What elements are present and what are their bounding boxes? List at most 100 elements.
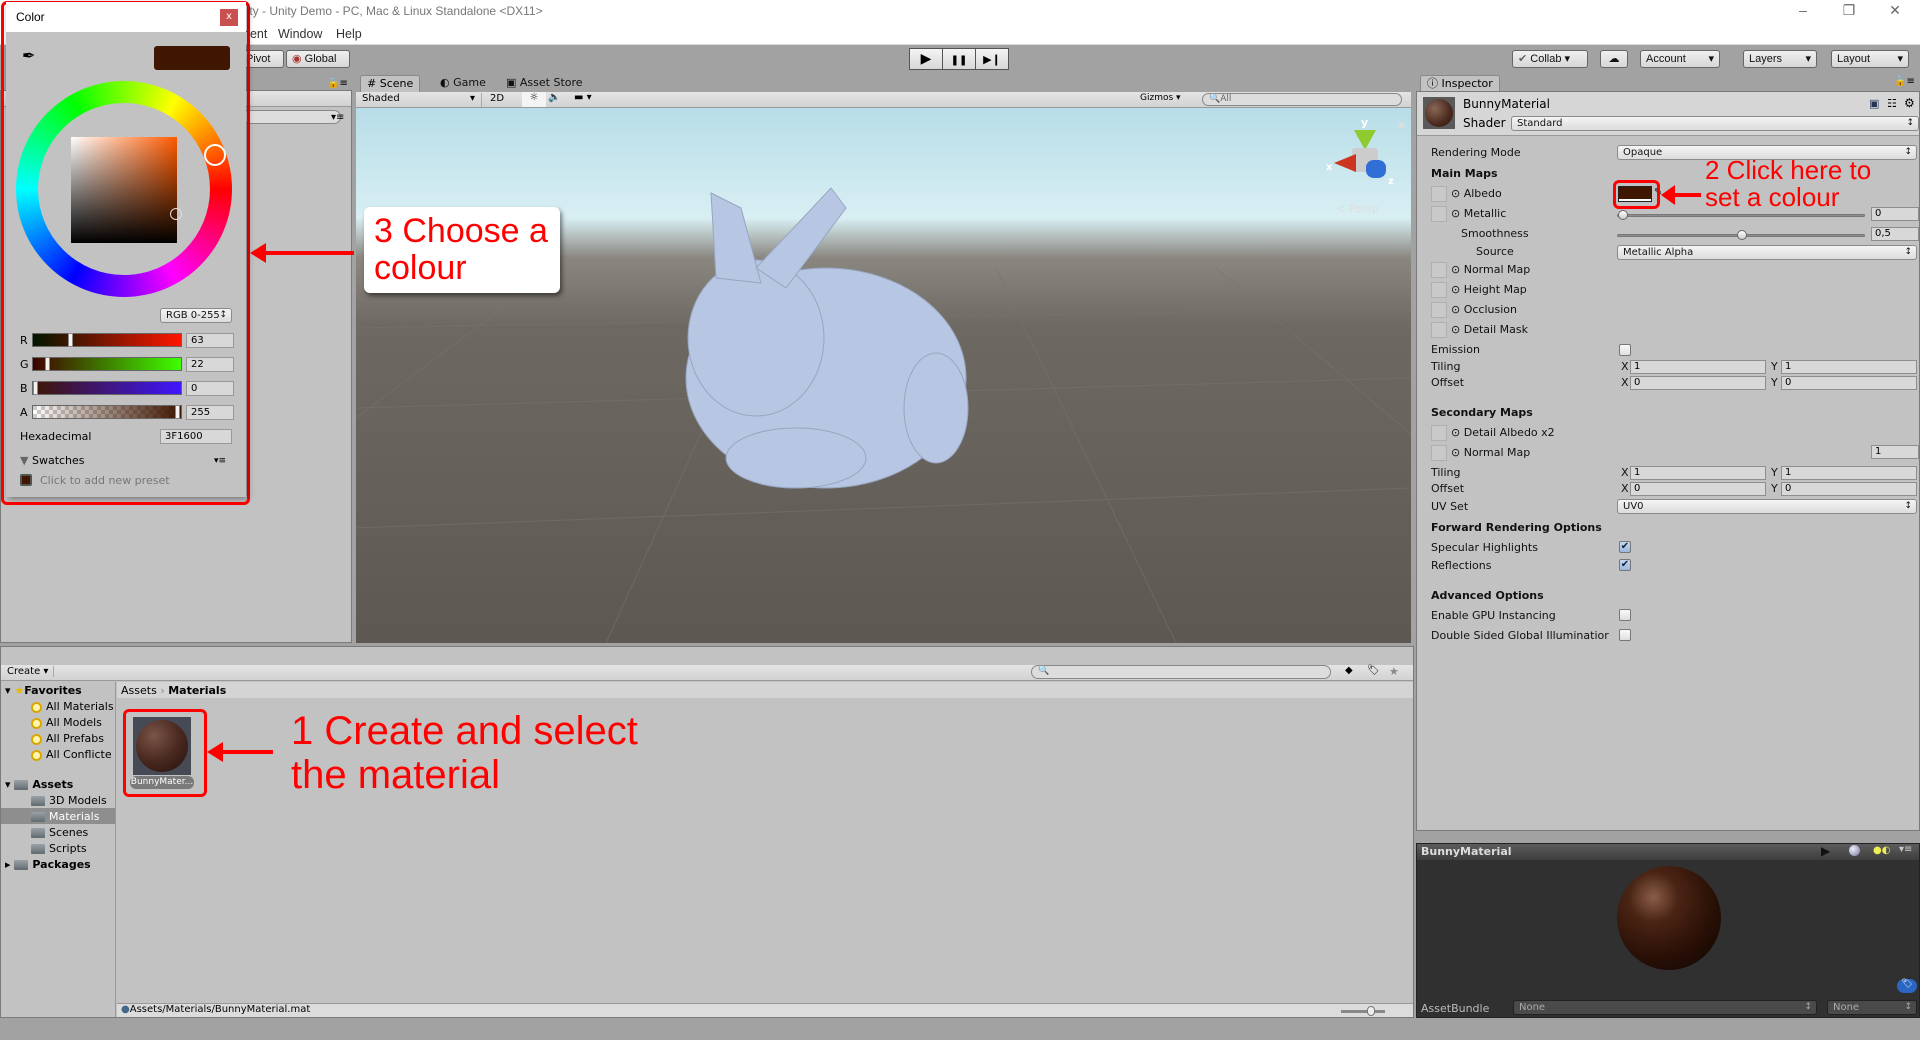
emission-checkbox[interactable]: [1619, 344, 1631, 356]
scene-orientation-gizmo[interactable]: y x z ▪: [1324, 116, 1409, 187]
channel-g-slider[interactable]: [32, 357, 182, 371]
saturation-value-square[interactable]: [71, 137, 177, 243]
panel-menu-icon[interactable]: ▾≡: [214, 456, 226, 466]
restore-button[interactable]: ❐: [1834, 2, 1864, 20]
account-dropdown[interactable]: Account ▾: [1640, 50, 1720, 68]
tab-inspector[interactable]: ⓘ Inspector: [1420, 75, 1500, 92]
layout-dropdown[interactable]: Layout ▾: [1831, 50, 1909, 68]
source-dropdown[interactable]: Metallic Alpha: [1617, 245, 1917, 260]
tree-assets[interactable]: ▾ Assets: [5, 778, 73, 791]
pause-button[interactable]: ❚❚: [942, 48, 976, 70]
tree-folder[interactable]: Scripts: [31, 842, 87, 855]
collab-dropdown[interactable]: ✔ Collab ▾: [1512, 50, 1588, 68]
tab-scene[interactable]: # Scene: [360, 75, 421, 92]
2d-toggle[interactable]: 2D: [490, 93, 514, 104]
detail-mask-slot[interactable]: [1431, 322, 1447, 338]
picker-title-bar[interactable]: Color x: [6, 2, 246, 32]
tree-fav-item[interactable]: All Prefabs: [31, 732, 104, 745]
lock-icon[interactable]: ▪: [1398, 120, 1405, 131]
add-preset-label[interactable]: Click to add new preset: [40, 474, 170, 487]
gpu-instancing-checkbox[interactable]: [1619, 609, 1631, 621]
filter-by-type-icon[interactable]: ◆: [1345, 665, 1353, 676]
tree-packages[interactable]: ▸ Packages: [5, 858, 91, 871]
filter-by-label-icon[interactable]: 🏷: [1367, 665, 1380, 676]
hierarchy-search[interactable]: [241, 110, 341, 124]
channel-r-handle[interactable]: [68, 333, 73, 347]
tree-fav-item[interactable]: All Conflicte: [31, 748, 112, 761]
gizmo-x-cone[interactable]: [1334, 154, 1356, 172]
step-button[interactable]: ▶❙: [975, 48, 1009, 70]
tag-icon[interactable]: 🏷: [1897, 979, 1917, 993]
thumbnail-size-knob[interactable]: [1367, 1006, 1375, 1016]
scene-viewport[interactable]: y x z ▪ < Persp 3 Choose a colour: [356, 108, 1411, 643]
sv-handle[interactable]: [170, 208, 182, 220]
breadcrumb-assets[interactable]: Assets: [121, 684, 157, 697]
shader-dropdown[interactable]: Standard: [1511, 116, 1919, 131]
swatches-header[interactable]: ▼ Swatches: [20, 454, 85, 467]
double-sided-gi-checkbox[interactable]: [1619, 629, 1631, 641]
secondary-tiling-x-field[interactable]: 1: [1630, 466, 1766, 480]
thumbnail-size-slider[interactable]: [1341, 1006, 1385, 1016]
smoothness-slider[interactable]: [1617, 230, 1865, 240]
hex-field[interactable]: 3F1600: [160, 429, 232, 444]
eyedropper-icon[interactable]: ✒: [22, 46, 35, 65]
play-preview-icon[interactable]: ▶: [1821, 844, 1830, 858]
smoothness-value-field[interactable]: 0,5: [1871, 227, 1919, 241]
channel-r-slider[interactable]: [32, 333, 182, 347]
reflections-checkbox[interactable]: ✔: [1619, 559, 1631, 571]
tree-favorites[interactable]: ▾ ★Favorites: [5, 684, 82, 697]
channel-a-handle[interactable]: [175, 405, 180, 419]
close-window-button[interactable]: ✕: [1880, 2, 1910, 20]
offset-y-field[interactable]: 0: [1781, 376, 1917, 390]
occlusion-slot[interactable]: [1431, 302, 1447, 318]
tree-folder-selected[interactable]: Materials: [31, 810, 99, 823]
channel-b-slider[interactable]: [32, 381, 182, 395]
tree-fav-item[interactable]: All Materials: [31, 700, 114, 713]
picker-close-button[interactable]: x: [220, 9, 238, 26]
tree-fav-item[interactable]: All Models: [31, 716, 102, 729]
tab-asset-store[interactable]: ▣ Asset Store: [500, 75, 589, 92]
metallic-slider[interactable]: [1617, 210, 1865, 220]
minimize-button[interactable]: –: [1788, 2, 1818, 20]
secondary-normal-slot[interactable]: [1431, 445, 1447, 461]
hue-handle[interactable]: [204, 144, 226, 166]
layers-dropdown[interactable]: Layers ▾: [1743, 50, 1817, 68]
channel-b-handle[interactable]: [33, 381, 38, 395]
preview-header[interactable]: BunnyMaterial ▶ ●◐ ▾≡: [1417, 844, 1919, 860]
gizmo-z-cone[interactable]: [1366, 160, 1386, 178]
audio-toggle[interactable]: 🔈: [548, 92, 560, 103]
panel-menu-icon[interactable]: ▾≡: [1899, 844, 1912, 855]
tab-game[interactable]: ◐ Game: [434, 75, 492, 92]
assetbundle-variant-dropdown[interactable]: None: [1827, 1000, 1917, 1015]
global-toggle[interactable]: ◉ Global: [286, 50, 350, 68]
project-search-input[interactable]: 🔍: [1031, 665, 1331, 679]
channel-g-field[interactable]: 22: [186, 357, 234, 372]
lock-icon[interactable]: 🔒≡: [327, 78, 348, 89]
channel-a-slider[interactable]: [32, 405, 182, 419]
light-toggle-icon[interactable]: ●◐: [1873, 845, 1890, 856]
effects-dropdown[interactable]: ▬ ▾: [574, 92, 592, 103]
offset-x-field[interactable]: 0: [1630, 376, 1766, 390]
color-mode-dropdown[interactable]: RGB 0-255: [160, 308, 232, 323]
channel-a-field[interactable]: 255: [186, 405, 234, 420]
menu-help[interactable]: Help: [336, 27, 362, 41]
gizmos-dropdown[interactable]: Gizmos ▾: [1140, 93, 1181, 103]
lighting-toggle[interactable]: ☼: [522, 92, 546, 107]
sphere-preview-icon[interactable]: [1849, 845, 1860, 856]
preview-sphere[interactable]: [1617, 866, 1721, 970]
gizmo-y-cone[interactable]: [1354, 130, 1376, 150]
play-button[interactable]: ▶: [909, 48, 943, 70]
height-map-slot[interactable]: [1431, 282, 1447, 298]
shading-mode-dropdown[interactable]: Shaded ▾: [362, 93, 482, 107]
help-icon[interactable]: ▣: [1869, 97, 1879, 110]
cloud-button[interactable]: ☁: [1600, 50, 1628, 68]
panel-menu-icon[interactable]: ▾≡: [331, 112, 344, 123]
metallic-value-field[interactable]: 0: [1871, 207, 1919, 221]
secondary-normal-scale-field[interactable]: 1: [1871, 445, 1919, 459]
create-dropdown[interactable]: Create ▾: [7, 666, 55, 677]
menu-window[interactable]: Window: [278, 27, 322, 41]
tiling-y-field[interactable]: 1: [1781, 360, 1917, 374]
scene-search-input[interactable]: 🔍All: [1202, 93, 1402, 106]
breadcrumb-materials[interactable]: Materials: [168, 684, 226, 697]
secondary-offset-x-field[interactable]: 0: [1630, 482, 1766, 496]
